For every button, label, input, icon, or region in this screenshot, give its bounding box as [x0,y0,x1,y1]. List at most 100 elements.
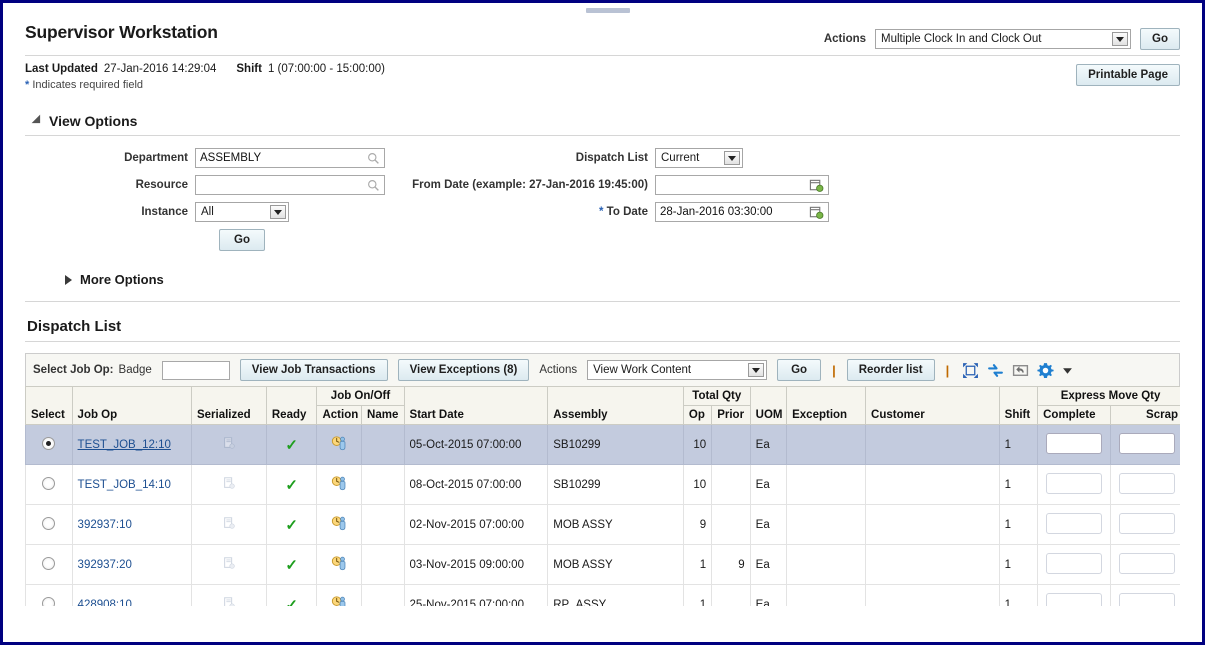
chevron-down-icon[interactable] [1062,365,1073,376]
express-scrap-input[interactable] [1118,512,1175,534]
row-select-cell[interactable] [25,464,73,505]
table-row[interactable]: 428908:10 ✓ 25-Nov-2015 07:00:00 RP_ASSY 1 Ea… [25,584,1180,607]
chevron-down-icon[interactable] [748,363,765,377]
row-radio[interactable] [42,596,56,606]
printable-page-button[interactable]: Printable Page [1076,64,1180,86]
col-serialized[interactable]: Serialized [190,386,267,425]
row-select-cell[interactable] [25,544,73,585]
header-go-button[interactable]: Go [1140,28,1180,50]
disclosure-open-icon[interactable] [31,114,45,128]
table-row[interactable]: TEST_JOB_14:10 ✓ 08-Oct-2015 07:00:00 SB102… [25,464,1180,505]
express-complete-input[interactable] [1046,512,1103,534]
chevron-down-icon[interactable] [1112,32,1129,46]
table-go-button[interactable]: Go [777,359,822,381]
view-options-go-button[interactable]: Go [219,229,265,251]
clock-person-icon[interactable] [331,515,348,532]
dispatch-list-select[interactable]: Current [655,148,743,168]
search-icon[interactable] [367,179,380,192]
row-express-complete[interactable] [1037,584,1111,606]
export-icon[interactable] [1012,362,1029,379]
clock-person-icon[interactable] [331,595,348,607]
search-icon[interactable] [367,152,380,165]
col-start-date[interactable]: Start Date [403,386,549,425]
row-express-scrap[interactable] [1109,504,1180,545]
department-input[interactable]: ASSEMBLY [195,148,385,168]
resource-input[interactable] [195,175,385,195]
row-job-onoff-action[interactable] [316,584,363,607]
col-shift[interactable]: Shift [998,386,1039,425]
calendar-icon[interactable] [809,205,824,220]
row-express-complete[interactable] [1037,504,1111,545]
calendar-icon[interactable] [809,178,824,193]
job-op-link[interactable]: 392937:20 [78,559,132,571]
col-select[interactable]: Select [25,386,73,425]
view-options-header[interactable]: View Options [31,113,1180,129]
row-job-onoff-action[interactable] [316,544,363,585]
window-drag-handle[interactable] [586,8,630,13]
row-express-scrap[interactable] [1109,464,1180,505]
col-uom[interactable]: UOM [749,386,788,425]
refresh-icon[interactable] [987,362,1004,379]
table-row[interactable]: 392937:10 ✓ 02-Nov-2015 07:00:00 MOB ASSY 9 E… [25,504,1180,545]
dispatch-table-scroll[interactable]: Select Job Op Serialized Ready Job On/Of… [25,386,1180,606]
express-complete-input[interactable] [1046,592,1103,606]
row-radio[interactable] [42,436,56,450]
table-row[interactable]: 392937:20 ✓ 03-Nov-2015 09:00:00 MOB ASSY 1 9… [25,544,1180,585]
col-exception[interactable]: Exception [786,386,867,425]
job-op-link[interactable]: TEST_JOB_14:10 [78,479,171,491]
col-express-scrap[interactable]: Scrap [1109,405,1180,425]
expand-icon[interactable] [962,362,979,379]
express-complete-input[interactable] [1046,552,1103,574]
row-job-onoff-action[interactable] [316,424,363,465]
row-express-complete[interactable] [1037,424,1111,465]
row-job-op[interactable]: TEST_JOB_12:10 [71,424,192,465]
col-ready[interactable]: Ready [265,386,318,425]
row-select-cell[interactable] [25,504,73,545]
row-express-scrap[interactable] [1109,584,1180,606]
col-assembly[interactable]: Assembly [547,386,684,425]
express-scrap-input[interactable] [1118,592,1175,606]
col-job-op[interactable]: Job Op [71,386,192,425]
col-total-qty-op[interactable]: Op [682,405,713,425]
row-express-complete[interactable] [1037,544,1111,585]
row-select-cell[interactable] [25,424,73,465]
row-express-complete[interactable] [1037,464,1111,505]
col-customer[interactable]: Customer [865,386,1000,425]
clock-person-icon[interactable] [331,435,348,452]
disclosure-closed-icon[interactable] [65,274,72,285]
clock-person-icon[interactable] [331,475,348,492]
col-express-complete[interactable]: Complete [1037,405,1111,425]
from-date-input[interactable] [655,175,829,195]
table-row[interactable]: TEST_JOB_12:10 ✓ 05-Oct-2015 07:00:00 SB102… [25,424,1180,465]
table-actions-select[interactable]: View Work Content [587,360,768,380]
express-scrap-input[interactable] [1118,472,1175,494]
chevron-down-icon[interactable] [724,151,740,165]
row-job-op[interactable]: TEST_JOB_14:10 [71,464,192,505]
to-date-input[interactable]: 28-Jan-2016 03:30:00 [655,202,829,222]
row-radio[interactable] [42,516,56,530]
chevron-down-icon[interactable] [270,205,286,219]
express-complete-input[interactable] [1046,432,1103,454]
express-scrap-input[interactable] [1118,552,1175,574]
row-job-onoff-action[interactable] [316,464,363,505]
instance-select[interactable]: All [195,202,289,222]
gear-icon[interactable] [1037,362,1054,379]
header-actions-select[interactable]: Multiple Clock In and Clock Out [875,29,1132,49]
row-select-cell[interactable] [25,584,73,606]
row-express-scrap[interactable] [1109,424,1180,465]
clock-person-icon[interactable] [331,555,348,572]
row-radio[interactable] [42,556,56,570]
row-job-op[interactable]: 392937:20 [71,544,192,585]
express-scrap-input[interactable] [1118,432,1175,454]
job-op-link[interactable]: 428908:10 [78,599,132,607]
row-job-op[interactable]: 428908:10 [71,584,192,607]
row-express-scrap[interactable] [1109,544,1180,585]
more-options-toggle[interactable]: More Options [65,272,1180,287]
view-job-transactions-button[interactable]: View Job Transactions [239,359,388,381]
view-exceptions-button[interactable]: View Exceptions (8) [397,359,530,381]
col-total-qty-prior[interactable]: Prior [711,405,751,425]
job-op-link[interactable]: 392937:10 [78,519,132,531]
col-job-onoff[interactable]: Job On/Off [316,386,405,406]
job-op-link[interactable]: TEST_JOB_12:10 [78,439,171,451]
col-job-onoff-action[interactable]: Action [316,405,363,425]
